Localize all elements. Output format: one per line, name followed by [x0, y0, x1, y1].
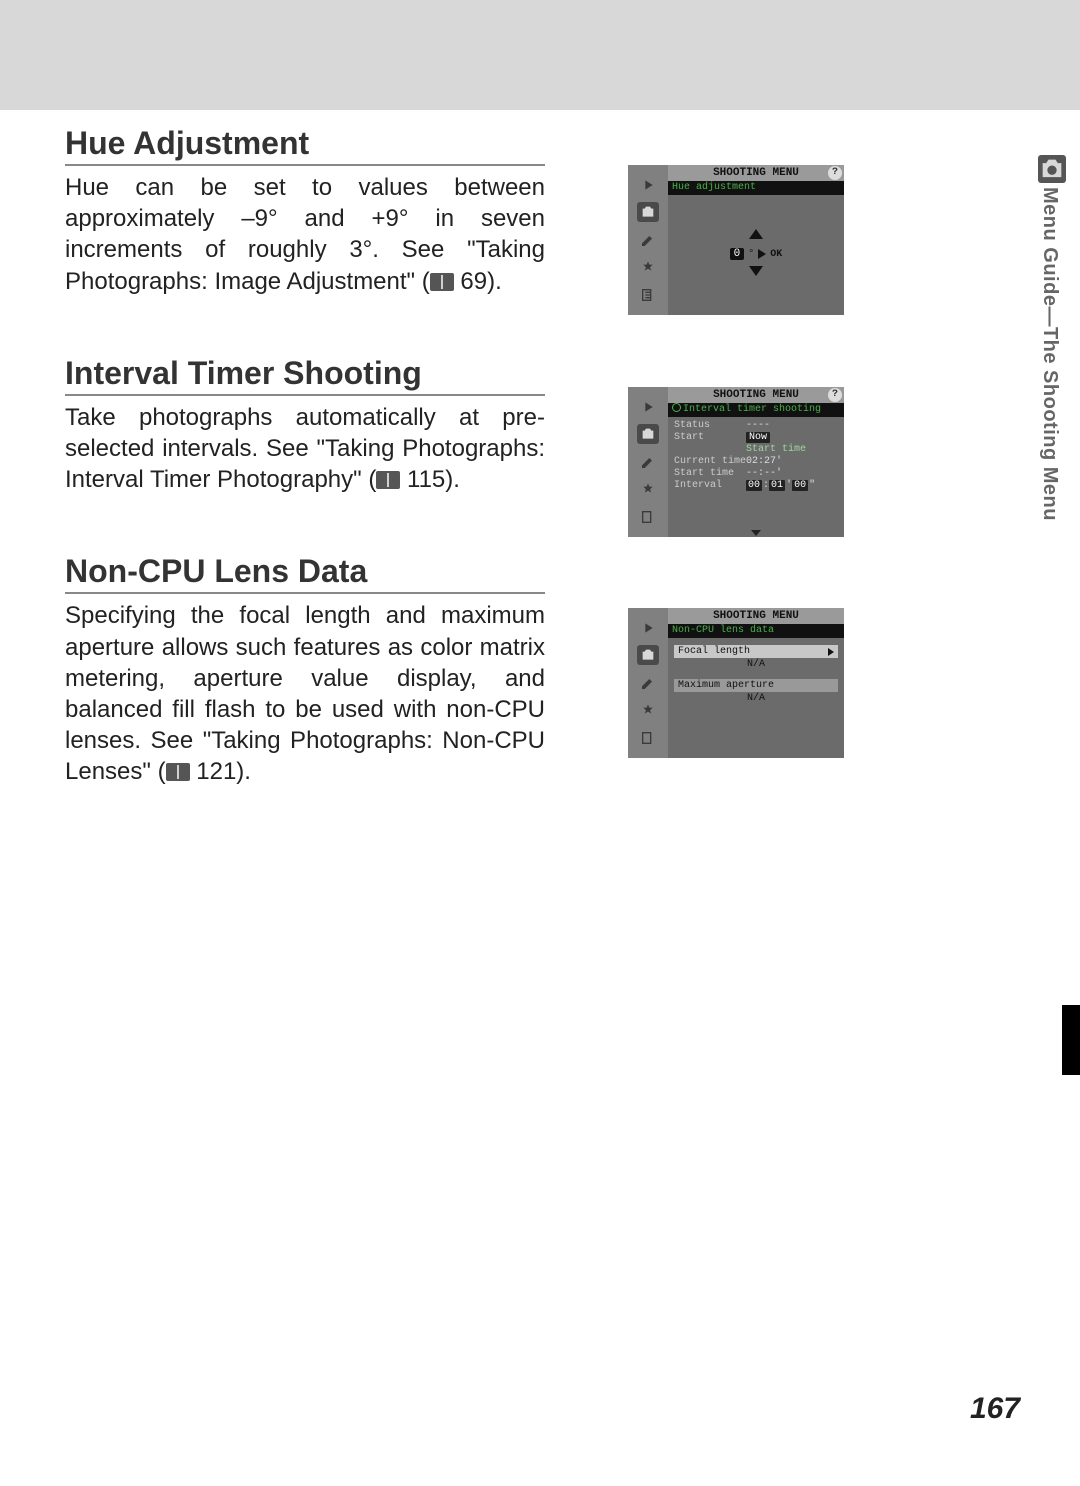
section-title: Interval Timer Shooting — [65, 355, 545, 396]
help-icon[interactable]: ? — [828, 166, 842, 180]
screen-title-text: SHOOTING MENU — [713, 389, 799, 401]
interval-seconds[interactable]: 00 — [792, 480, 808, 491]
arrow-down-icon[interactable] — [749, 266, 763, 276]
row-status: Status ---- — [674, 420, 838, 431]
pencil-tab-icon[interactable] — [637, 452, 659, 472]
subtitle-text: Interval timer shooting — [683, 404, 821, 415]
screen-title: SHOOTING MENU ? — [668, 387, 844, 403]
screen-title: SHOOTING MENU ? — [668, 165, 844, 181]
setup-tab-icon[interactable] — [637, 480, 659, 500]
help-icon[interactable]: ? — [828, 388, 842, 402]
section-body: Specifying the focal length and maximum … — [65, 600, 545, 787]
section-title: Hue Adjustment — [65, 125, 545, 166]
page-ref: 121). — [190, 758, 251, 785]
max-aperture-value: N/A — [674, 692, 838, 705]
start-time-option[interactable]: Start time — [746, 444, 806, 455]
screen-subtitle: Interval timer shooting — [668, 403, 844, 417]
section-body: Take photographs automatically at pre-se… — [65, 402, 545, 496]
field-focal-length[interactable]: Focal length N/A — [674, 645, 838, 671]
page-ref-icon — [376, 471, 400, 489]
manual-page: Menu Guide—The Shooting Menu Hue Adjustm… — [0, 0, 1080, 1486]
screen-title-text: SHOOTING MENU — [713, 610, 799, 622]
setup-tab-icon[interactable] — [637, 258, 659, 278]
camera-screen-hue: SHOOTING MENU ? Hue adjustment 0° OK — [628, 165, 844, 315]
focal-length-label: Focal length — [678, 646, 750, 657]
row-start[interactable]: Start Now — [674, 432, 838, 443]
interval-minutes[interactable]: 01 — [769, 480, 785, 491]
playback-tab-icon[interactable] — [637, 175, 659, 195]
chapter-side-tab: Menu Guide—The Shooting Menu — [1038, 155, 1068, 555]
current-time-label: Current time — [674, 456, 746, 467]
hue-value-row: 0° OK — [730, 248, 783, 260]
start-time-value: --:--' — [746, 468, 782, 479]
section-hue: Hue Adjustment Hue can be set to values … — [65, 125, 545, 297]
focal-length-label-row[interactable]: Focal length — [674, 645, 838, 658]
body-text: Specifying the focal length and maximum … — [65, 602, 545, 785]
recent-tab-icon[interactable] — [637, 507, 659, 527]
recent-tab-icon[interactable] — [637, 728, 659, 748]
row-interval[interactable]: Interval 00:01'00" — [674, 480, 838, 491]
camera-screen-noncpu: SHOOTING MENU Non-CPU lens data Focal le… — [628, 608, 844, 758]
hue-body: 0° OK — [668, 195, 844, 315]
max-aperture-label: Maximum aperture — [678, 680, 774, 691]
interval-body: Status ---- Start Now Start time Current… — [668, 417, 844, 537]
top-gray-band — [0, 0, 1080, 110]
page-number: 167 — [970, 1392, 1020, 1426]
row-start-time-option[interactable]: Start time — [674, 444, 838, 455]
status-label: Status — [674, 420, 746, 431]
status-value: ---- — [746, 420, 770, 431]
noncpu-body: Focal length N/A Maximum aperture N/A — [668, 638, 844, 758]
body-text: Take photographs automatically at pre-se… — [65, 404, 545, 493]
start-value-now[interactable]: Now — [746, 432, 770, 443]
recent-tab-icon[interactable] — [637, 285, 659, 305]
scroll-down-icon[interactable] — [751, 530, 761, 536]
shooting-tab-icon[interactable] — [637, 202, 659, 222]
thumb-index-tab — [1062, 1005, 1080, 1075]
current-time-value: 02:27' — [746, 456, 782, 467]
interval-value[interactable]: 00:01'00" — [746, 480, 815, 491]
interval-hours[interactable]: 00 — [746, 480, 762, 491]
shooting-tab-icon[interactable] — [637, 645, 659, 665]
side-tab-label: Menu Guide—The Shooting Menu — [1038, 187, 1061, 521]
hue-value[interactable]: 0 — [730, 248, 745, 260]
ok-label: OK — [770, 249, 782, 260]
start-time-label: Start time — [674, 468, 746, 479]
screen-subtitle: Hue adjustment — [668, 181, 844, 195]
section-title: Non-CPU Lens Data — [65, 553, 545, 594]
focal-length-value: N/A — [674, 658, 838, 671]
camera-menu-tabs — [628, 387, 668, 537]
row-current-time: Current time 02:27' — [674, 456, 838, 467]
arrow-right-icon[interactable] — [758, 249, 766, 259]
page-content: Hue Adjustment Hue can be set to values … — [65, 125, 545, 845]
max-aperture-label-row[interactable]: Maximum aperture — [674, 679, 838, 692]
playback-tab-icon[interactable] — [637, 397, 659, 417]
camera-menu-tabs — [628, 165, 668, 315]
section-body: Hue can be set to values between approxi… — [65, 172, 545, 297]
camera-screen-interval: SHOOTING MENU ? Interval timer shooting … — [628, 387, 844, 537]
screen-title: SHOOTING MENU — [668, 608, 844, 624]
arrow-right-icon[interactable] — [828, 648, 834, 656]
page-ref-icon — [166, 763, 190, 781]
section-interval: Interval Timer Shooting Take photographs… — [65, 355, 545, 496]
setup-tab-icon[interactable] — [637, 701, 659, 721]
page-ref-icon — [430, 273, 454, 291]
degree-symbol: ° — [748, 249, 754, 260]
page-ref: 69). — [454, 268, 502, 295]
playback-tab-icon[interactable] — [637, 618, 659, 638]
field-max-aperture[interactable]: Maximum aperture N/A — [674, 679, 838, 705]
shooting-tab-icon[interactable] — [637, 424, 659, 444]
row-start-time: Start time --:--' — [674, 468, 838, 479]
page-ref: 115). — [400, 466, 460, 493]
screen-title-text: SHOOTING MENU — [713, 167, 799, 179]
screen-subtitle: Non-CPU lens data — [668, 624, 844, 638]
interval-label: Interval — [674, 480, 746, 491]
arrow-up-icon[interactable] — [749, 229, 763, 239]
camera-menu-tabs — [628, 608, 668, 758]
start-label: Start — [674, 432, 746, 443]
camera-icon — [1038, 155, 1066, 183]
clock-icon — [672, 403, 681, 412]
section-noncpu: Non-CPU Lens Data Specifying the focal l… — [65, 553, 545, 787]
pencil-tab-icon[interactable] — [637, 230, 659, 250]
pencil-tab-icon[interactable] — [637, 673, 659, 693]
